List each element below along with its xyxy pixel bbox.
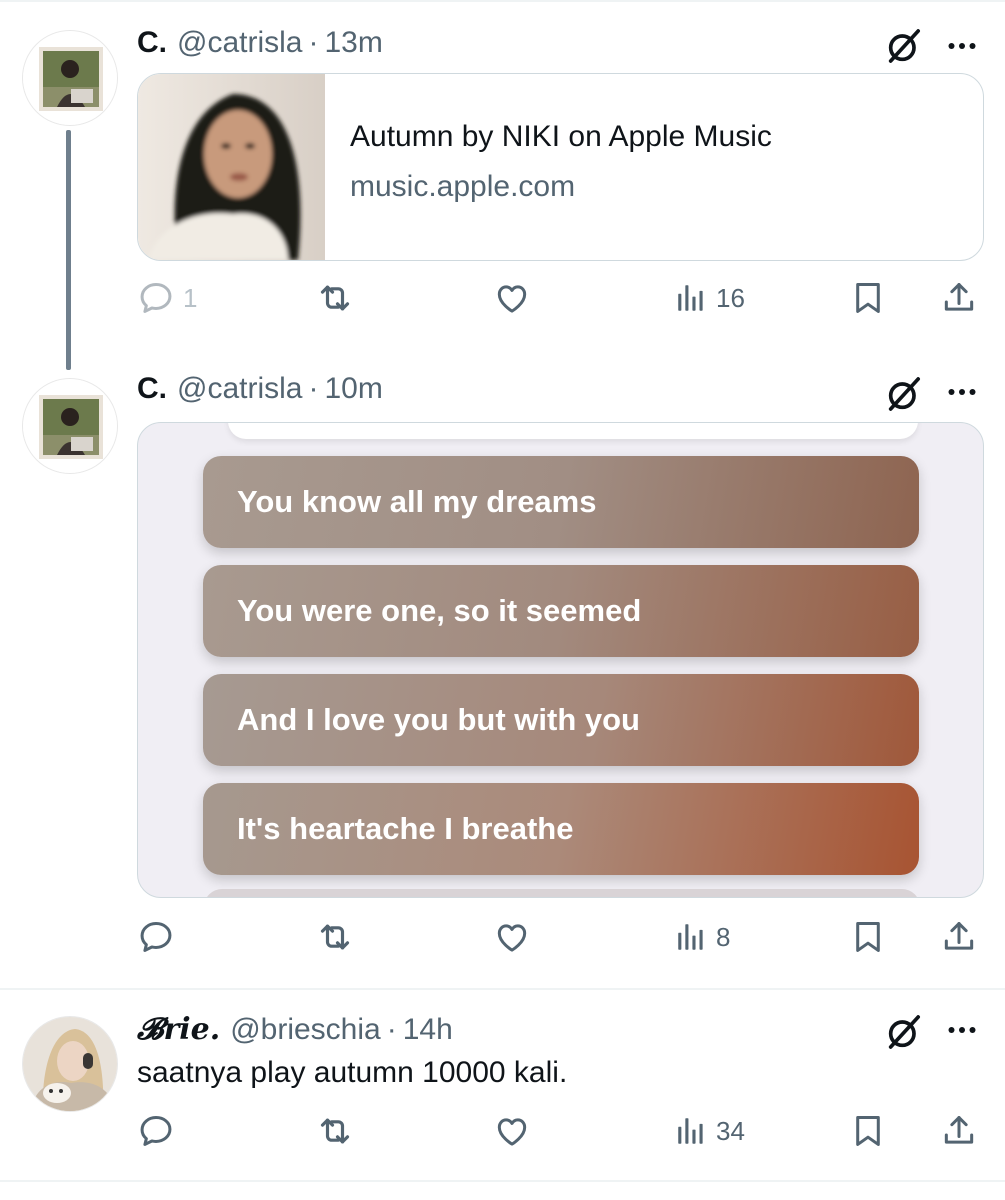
card-thumbnail — [138, 74, 325, 260]
timestamp[interactable]: 10m — [324, 372, 382, 406]
bookmark-icon — [849, 918, 887, 956]
retweet-icon — [315, 1111, 355, 1151]
reply-icon — [137, 279, 175, 317]
bookmark-icon — [849, 279, 887, 317]
like-button[interactable] — [493, 275, 531, 321]
reply-count: 1 — [183, 282, 198, 313]
views-button[interactable]: 16 — [674, 275, 745, 321]
tweet-3[interactable]: 𝓑rie. @brieschia · 14h saatnya play autu… — [0, 990, 1005, 1200]
reply-icon — [137, 1112, 175, 1150]
retweet-button[interactable] — [315, 914, 355, 960]
grok-icon[interactable] — [884, 26, 924, 66]
views-icon — [674, 920, 708, 954]
action-bar: 34 — [137, 1108, 982, 1154]
lyric-card-top-edge — [228, 423, 918, 439]
action-bar: 8 — [137, 914, 982, 960]
share-button[interactable] — [940, 275, 978, 321]
timestamp[interactable]: 14h — [403, 1013, 453, 1047]
bookmark-icon — [849, 1112, 887, 1150]
display-name[interactable]: 𝓑rie. — [137, 1012, 220, 1047]
retweet-icon — [315, 917, 355, 957]
views-count: 34 — [716, 1115, 745, 1146]
views-count: 16 — [716, 282, 745, 313]
retweet-button[interactable] — [315, 1108, 355, 1154]
avatar[interactable] — [22, 1016, 118, 1112]
views-icon — [674, 1114, 708, 1148]
lyric-line: You were one, so it seemed — [203, 565, 919, 657]
separator-dot: · — [386, 1013, 397, 1046]
more-icon[interactable] — [942, 372, 982, 412]
user-handle[interactable]: @catrisla — [177, 372, 302, 406]
lyrics-image[interactable]: You know all my dreams You were one, so … — [137, 422, 984, 898]
reply-button[interactable] — [137, 914, 175, 960]
avatar[interactable] — [22, 30, 118, 126]
views-count: 8 — [716, 921, 731, 952]
tweet-1[interactable]: C. @catrisla · 13m Autumn by NIKI on App… — [0, 0, 1005, 370]
share-icon — [940, 918, 978, 956]
album-art-image — [138, 74, 325, 260]
separator-dot: · — [308, 372, 319, 405]
tweet-header: 𝓑rie. @brieschia · 14h — [137, 1012, 453, 1052]
bottom-divider — [0, 1180, 1005, 1182]
more-icon[interactable] — [942, 26, 982, 66]
more-icon[interactable] — [942, 1010, 982, 1050]
grok-icon[interactable] — [884, 1012, 924, 1052]
lyric-line: It's heartache I breathe — [203, 783, 919, 875]
lyric-line: You know all my dreams — [203, 456, 919, 548]
lyric-card-bottom-edge — [204, 889, 920, 897]
heart-icon — [493, 918, 531, 956]
user-handle[interactable]: @brieschia — [230, 1013, 381, 1047]
bookmark-button[interactable] — [849, 1108, 887, 1154]
reply-icon — [137, 918, 175, 956]
reply-button[interactable]: 1 — [137, 275, 197, 321]
display-name[interactable]: C. — [137, 26, 167, 60]
avatar-stamp-image — [23, 379, 117, 473]
card-title[interactable]: Autumn by NIKI on Apple Music — [350, 120, 772, 154]
user-handle[interactable]: @catrisla — [177, 26, 302, 60]
share-button[interactable] — [940, 1108, 978, 1154]
tweet-text: saatnya play autumn 10000 kali. — [137, 1056, 568, 1089]
link-card[interactable]: Autumn by NIKI on Apple Music music.appl… — [137, 73, 984, 261]
retweet-icon — [315, 278, 355, 318]
lyric-line: And I love you but with you — [203, 674, 919, 766]
bookmark-button[interactable] — [849, 914, 887, 960]
reply-button[interactable] — [137, 1108, 175, 1154]
views-button[interactable]: 8 — [674, 914, 730, 960]
avatar-stamp-image — [23, 31, 117, 125]
tweet-2[interactable]: C. @catrisla · 10m You know all my dream… — [0, 360, 1005, 988]
avatar-photo — [23, 1017, 117, 1111]
views-button[interactable]: 34 — [674, 1108, 745, 1154]
like-button[interactable] — [493, 914, 531, 960]
bookmark-button[interactable] — [849, 275, 887, 321]
action-bar: 1 16 — [137, 275, 982, 321]
thread-line — [66, 130, 71, 370]
separator-dot: · — [308, 26, 319, 59]
tweet-header: C. @catrisla · 10m — [137, 372, 383, 412]
timestamp[interactable]: 13m — [324, 26, 382, 60]
retweet-button[interactable] — [315, 275, 355, 321]
heart-icon — [493, 1112, 531, 1150]
like-button[interactable] — [493, 1108, 531, 1154]
display-name[interactable]: C. — [137, 372, 167, 406]
avatar[interactable] — [22, 378, 118, 474]
share-button[interactable] — [940, 914, 978, 960]
share-icon — [940, 1112, 978, 1150]
grok-icon[interactable] — [884, 374, 924, 414]
tweet-header: C. @catrisla · 13m — [137, 26, 383, 66]
views-icon — [674, 281, 708, 315]
share-icon — [940, 279, 978, 317]
heart-icon — [493, 279, 531, 317]
card-domain[interactable]: music.apple.com — [350, 170, 575, 204]
